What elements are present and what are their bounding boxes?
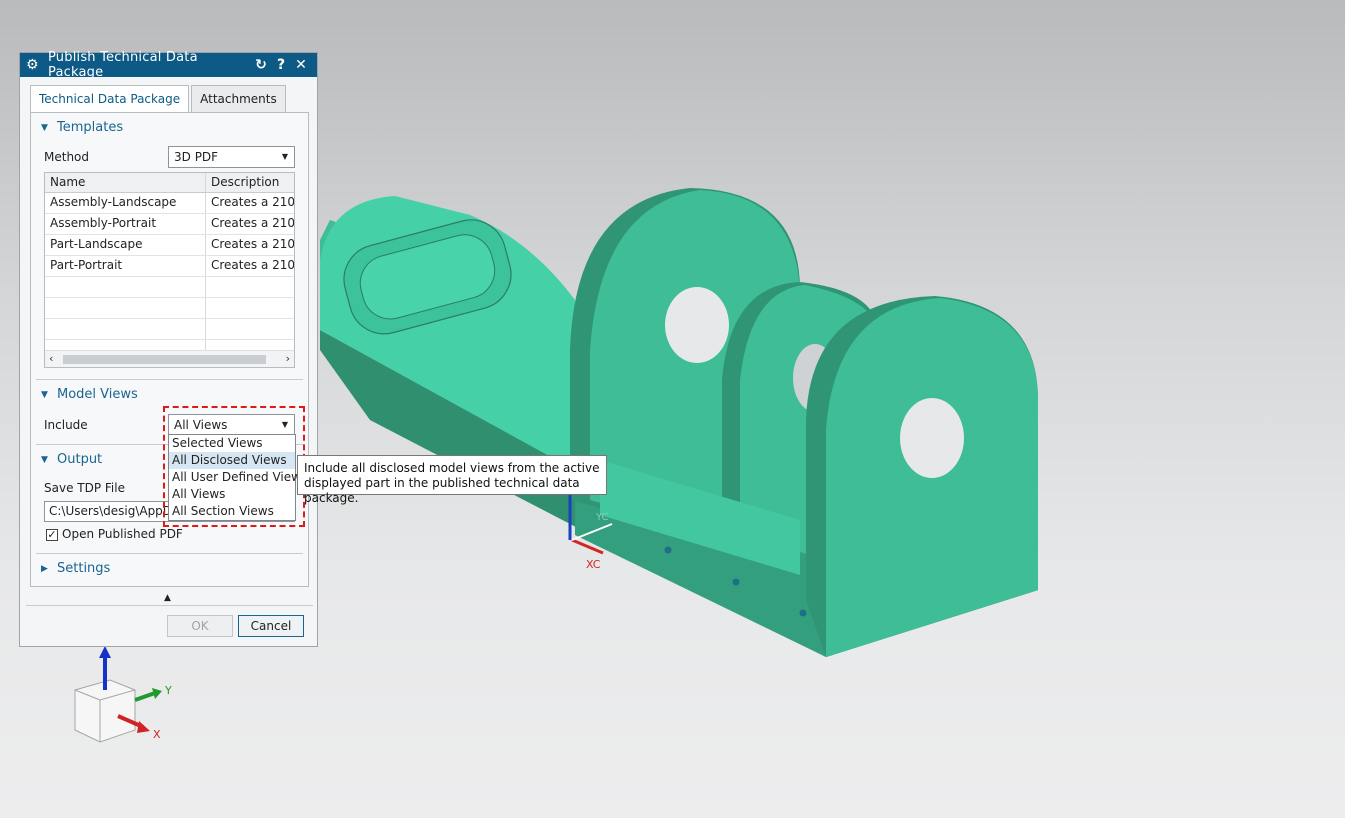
empty-row	[45, 298, 294, 319]
bore-hole-right	[900, 398, 964, 478]
gear-icon: ⚙	[26, 57, 39, 73]
caret-down-icon: ▼	[41, 454, 48, 465]
scroll-left-icon[interactable]: ‹	[49, 351, 53, 367]
tooltip-line-2: displayed part in the published technica…	[304, 476, 580, 505]
row-description: Creates a 210...	[211, 216, 294, 230]
table-row[interactable]: Assembly-Landscape Creates a 210...	[45, 193, 294, 214]
method-label: Method	[44, 150, 90, 164]
save-tdp-label: Save TDP File	[44, 481, 125, 495]
open-pdf-label: Open Published PDF	[62, 527, 183, 541]
settings-heading: Settings	[57, 561, 111, 576]
option-all-disclosed-views[interactable]: All Disclosed Views	[169, 452, 295, 469]
option-tooltip: Include all disclosed model views from t…	[297, 455, 607, 505]
divider	[36, 553, 303, 554]
collapse-up-icon[interactable]: ▲	[164, 593, 171, 603]
small-hole	[799, 609, 807, 617]
reset-icon[interactable]: ↻	[251, 57, 271, 73]
cancel-button[interactable]: Cancel	[238, 615, 304, 637]
row-description: Creates a 210...	[211, 195, 294, 209]
wcs-yc-label: YC	[596, 512, 609, 523]
method-select[interactable]: 3D PDF ▼	[168, 146, 295, 168]
horizontal-scrollbar[interactable]: ‹ ›	[45, 350, 294, 367]
chevron-down-icon: ▼	[281, 152, 288, 161]
wcs-xc-label: XC	[586, 558, 601, 571]
scrollbar-thumb[interactable]	[63, 355, 266, 364]
open-pdf-checkbox[interactable]: ✓	[46, 529, 58, 541]
option-selected-views[interactable]: Selected Views	[169, 435, 295, 452]
triad-y-axis	[134, 691, 156, 702]
option-all-views[interactable]: All Views	[169, 486, 295, 503]
row-description: Creates a 210...	[211, 237, 294, 251]
divider	[36, 379, 303, 380]
caret-down-icon: ▼	[41, 389, 48, 400]
row-description: Creates a 210...	[211, 258, 294, 272]
empty-row	[45, 319, 294, 340]
tooltip-line-1: Include all disclosed model views from t…	[304, 461, 600, 475]
triad-x-label: X	[153, 728, 161, 741]
option-all-section-views[interactable]: All Section Views	[169, 503, 295, 520]
close-icon[interactable]: ✕	[291, 57, 311, 73]
scroll-right-icon[interactable]: ›	[286, 351, 290, 367]
include-select[interactable]: All Views ▼	[168, 414, 295, 436]
caret-down-icon: ▼	[41, 122, 48, 133]
row-name: Assembly-Landscape	[45, 193, 206, 213]
tab-attachments[interactable]: Attachments	[191, 85, 286, 112]
include-dropdown-list: Selected Views All Disclosed Views All U…	[168, 434, 307, 521]
option-all-user-defined-views[interactable]: All User Defined Views	[169, 469, 307, 486]
column-header-name[interactable]: Name	[45, 173, 206, 192]
model-views-heading: Model Views	[57, 387, 138, 402]
settings-section-header[interactable]: ▶ Settings	[41, 561, 110, 576]
help-icon[interactable]: ?	[271, 57, 291, 73]
table-row[interactable]: Part-Landscape Creates a 210...	[45, 235, 294, 256]
ok-button[interactable]: OK	[167, 615, 233, 637]
divider	[26, 605, 313, 606]
include-value: All Views	[174, 418, 228, 432]
small-hole	[732, 578, 740, 586]
chevron-down-icon: ▼	[281, 420, 288, 429]
triad-y-label: Y	[165, 684, 172, 697]
small-hole	[664, 546, 672, 554]
dialog-title: Publish Technical Data Package	[48, 50, 198, 80]
tab-strip: Technical Data Package Attachments	[30, 85, 288, 113]
table-row[interactable]: Assembly-Portrait Creates a 210...	[45, 214, 294, 235]
dialog-titlebar[interactable]: ⚙ Publish Technical Data Package ↻ ? ✕	[20, 50, 317, 80]
column-header-description[interactable]: Description	[206, 173, 294, 192]
row-name: Assembly-Portrait	[45, 214, 206, 234]
table-row[interactable]: Part-Portrait Creates a 210...	[45, 256, 294, 277]
output-heading: Output	[57, 452, 103, 467]
empty-row	[45, 277, 294, 298]
caret-right-icon: ▶	[41, 563, 48, 574]
row-name: Part-Portrait	[45, 256, 206, 276]
bore-hole-left	[665, 287, 729, 363]
model-views-section-header[interactable]: ▼ Model Views	[41, 387, 138, 402]
output-section-header[interactable]: ▼ Output	[41, 452, 102, 467]
include-label: Include	[44, 418, 88, 432]
templates-table: Name Description Assembly-Landscape Crea…	[44, 172, 295, 368]
table-header: Name Description	[45, 173, 294, 193]
templates-heading: Templates	[57, 120, 124, 135]
templates-section-header[interactable]: ▼ Templates	[41, 120, 123, 135]
publish-tdp-dialog: ⚙ Publish Technical Data Package ↻ ? ✕ T…	[19, 50, 318, 647]
method-value: 3D PDF	[174, 150, 219, 164]
row-name: Part-Landscape	[45, 235, 206, 255]
tab-technical-data-package[interactable]: Technical Data Package	[30, 85, 190, 113]
